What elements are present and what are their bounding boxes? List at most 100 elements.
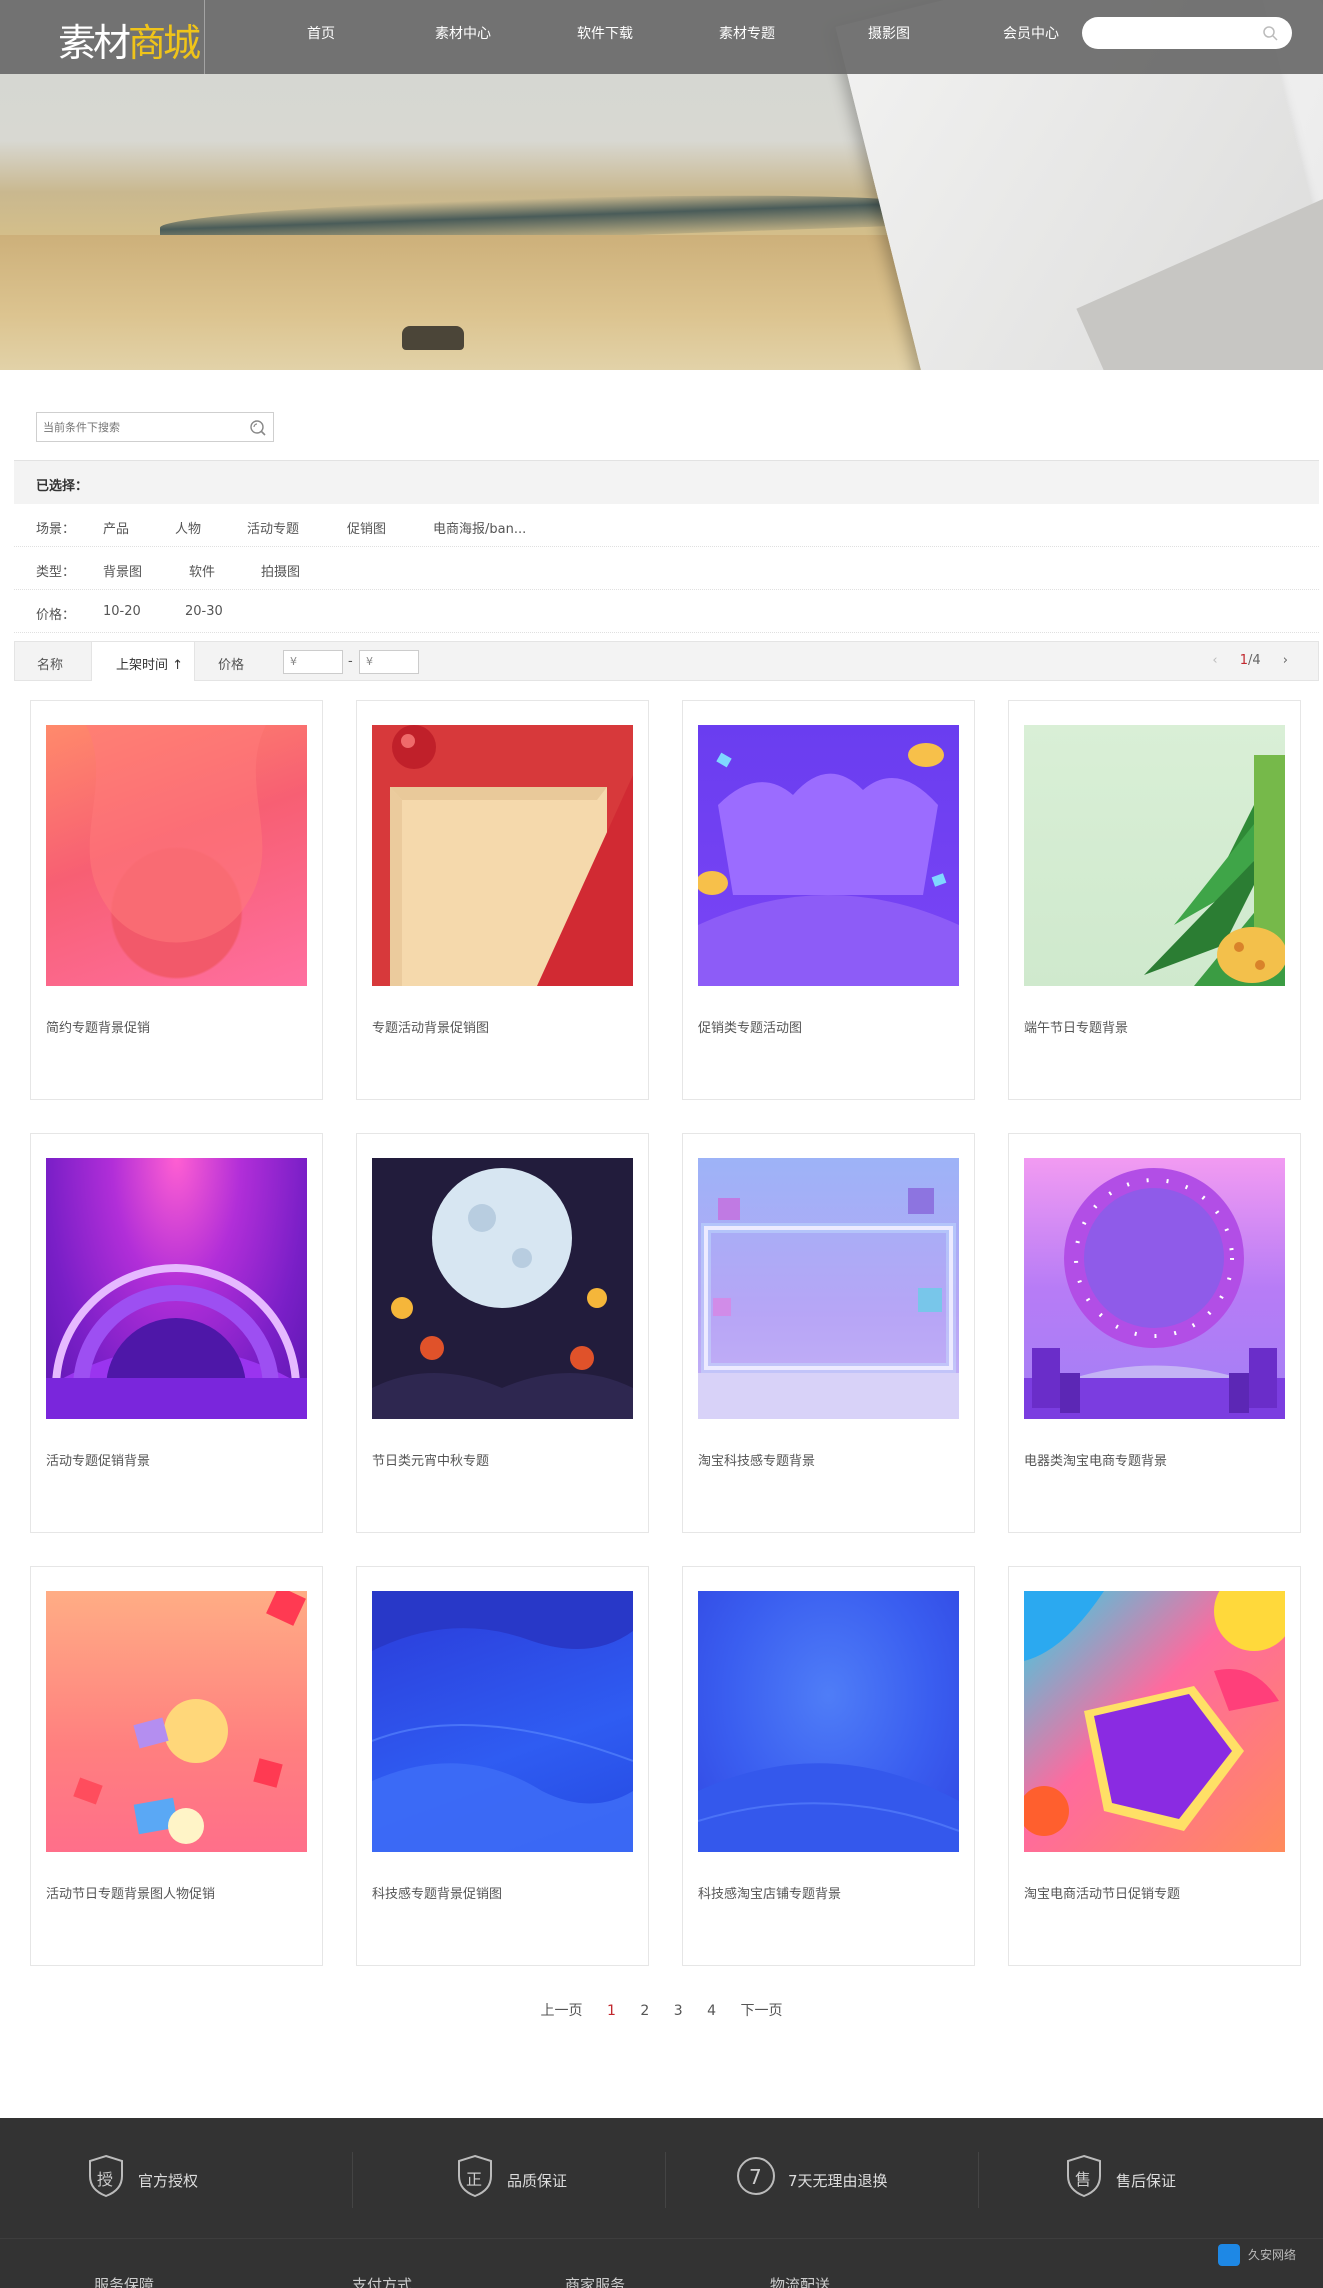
product-card[interactable]: 科技感专题背景促销图 (356, 1566, 649, 1966)
search-icon[interactable] (1262, 25, 1278, 41)
guarantee-text: 品质保证 (507, 2172, 568, 2190)
footer-link-payment[interactable]: 支付方式 (352, 2274, 412, 2288)
product-card[interactable]: 电器类淘宝电商专题背景 (1008, 1133, 1301, 1533)
mini-pager-total: /4 (1248, 653, 1261, 668)
mini-pager-prev[interactable]: ‹ (1212, 653, 1217, 668)
price-separator: - (348, 654, 353, 669)
seven-days-icon-label: 7 (749, 2165, 762, 2189)
filter-option[interactable]: 人物 (175, 518, 201, 537)
sort-by-time[interactable]: 上架时间 ↑ (91, 642, 195, 681)
price-min-input[interactable]: ¥ (283, 650, 343, 674)
product-image[interactable] (1024, 1591, 1285, 1852)
product-title[interactable]: 节日类元宵中秋专题 (372, 1450, 489, 1469)
product-image[interactable] (372, 725, 633, 986)
filter-option[interactable]: 促销图 (347, 518, 386, 537)
sort-by-name[interactable]: 名称 (37, 654, 63, 673)
logo-text-1: 素材 (58, 21, 131, 65)
selected-label: 已选择： (36, 479, 89, 494)
sort-by-price[interactable]: 价格 (218, 654, 244, 673)
product-image[interactable] (46, 1158, 307, 1419)
filter-option[interactable]: 产品 (103, 518, 129, 537)
product-card[interactable]: 淘宝电商活动节日促销专题 (1008, 1566, 1301, 1966)
filter-option[interactable]: 拍摄图 (261, 561, 300, 580)
filter-option[interactable]: 软件 (189, 561, 215, 580)
filter-search-input[interactable] (37, 413, 237, 441)
mini-pager-next[interactable]: › (1283, 653, 1288, 668)
filter-search-box (36, 412, 274, 442)
pagination-page[interactable]: 3 (674, 2003, 683, 2019)
product-title[interactable]: 专题活动背景促销图 (372, 1017, 489, 1036)
nav-item-home[interactable]: 首页 (250, 0, 392, 74)
filter-row-type: 类型： 背景图 软件 拍摄图 (14, 547, 1319, 590)
product-title[interactable]: 促销类专题活动图 (698, 1017, 802, 1036)
product-image[interactable] (46, 1591, 307, 1852)
product-title[interactable]: 科技感专题背景促销图 (372, 1883, 502, 1902)
footer-link-merchant[interactable]: 商家服务 (565, 2274, 625, 2288)
pagination-page[interactable]: 2 (640, 2003, 649, 2019)
filter-option[interactable]: 电商海报/ban... (433, 518, 526, 537)
product-card[interactable]: 活动节日专题背景图人物促销 (30, 1566, 323, 1966)
filter-option[interactable]: 背景图 (103, 561, 142, 580)
product-title[interactable]: 端午节日专题背景 (1024, 1017, 1128, 1036)
product-image[interactable] (46, 725, 307, 986)
pagination: 上一页 1 2 3 4 下一页 (0, 2000, 1323, 2020)
mini-pager-current: 1 (1239, 653, 1248, 668)
cow-image (402, 326, 464, 350)
product-title[interactable]: 电器类淘宝电商专题背景 (1024, 1450, 1167, 1469)
watermark: 久安网络 (1218, 2240, 1318, 2276)
guarantee-text: 7天无理由退换 (788, 2172, 888, 2190)
filter-row-scene: 场景： 产品 人物 活动专题 促销图 电商海报/ban... (14, 504, 1319, 547)
product-title[interactable]: 淘宝电商活动节日促销专题 (1024, 1883, 1180, 1902)
sort-bar: 名称 上架时间 ↑ 价格 ¥ - ¥ ‹ 1/4 › (14, 641, 1319, 681)
filter-option[interactable]: 活动专题 (247, 518, 299, 537)
page: 素材商城 首页 素材中心 软件下载 素材专题 摄影图 会员中心 已选择： 场景：… (0, 0, 1323, 2288)
pagination-page[interactable]: 4 (707, 2003, 716, 2019)
footer: 授 官方授权 正 品质保证 7 7天无理由退换 售 售后保证 服务保障 支付方式… (0, 2118, 1323, 2288)
product-title[interactable]: 科技感淘宝店铺专题背景 (698, 1883, 841, 1902)
product-image[interactable] (372, 1591, 633, 1852)
product-title[interactable]: 活动专题促销背景 (46, 1450, 150, 1469)
product-card[interactable]: 科技感淘宝店铺专题背景 (682, 1566, 975, 1966)
product-card[interactable]: 专题活动背景促销图 (356, 700, 649, 1100)
product-card[interactable]: 节日类元宵中秋专题 (356, 1133, 649, 1533)
product-title[interactable]: 淘宝科技感专题背景 (698, 1450, 815, 1469)
shield-icon-label: 正 (466, 2170, 483, 2189)
search-icon[interactable] (249, 419, 267, 437)
nav-item-photos[interactable]: 摄影图 (818, 0, 960, 74)
product-card[interactable]: 活动专题促销背景 (30, 1133, 323, 1533)
product-image[interactable] (698, 1591, 959, 1852)
product-card[interactable]: 端午节日专题背景 (1008, 700, 1301, 1100)
price-max-input[interactable]: ¥ (359, 650, 419, 674)
product-image[interactable] (698, 725, 959, 986)
filter-option[interactable]: 20-30 (185, 604, 223, 619)
selected-filters-bar: 已选择： (14, 460, 1319, 504)
shield-icon-label: 售 (1075, 2170, 1092, 2189)
product-title[interactable]: 活动节日专题背景图人物促销 (46, 1883, 215, 1902)
pagination-prev[interactable]: 上一页 (541, 2000, 583, 2020)
pagination-page[interactable]: 1 (607, 2003, 616, 2019)
nav-item-materials[interactable]: 素材中心 (392, 0, 534, 74)
mini-pager: ‹ 1/4 › (1212, 653, 1288, 668)
product-card[interactable]: 促销类专题活动图 (682, 700, 975, 1100)
filter-option[interactable]: 10-20 (103, 604, 141, 619)
header-search-input[interactable] (1082, 17, 1292, 49)
filter-label: 场景： (36, 522, 76, 537)
nav-item-software[interactable]: 软件下载 (534, 0, 676, 74)
product-image[interactable] (698, 1158, 959, 1419)
footer-link-service[interactable]: 服务保障 (94, 2274, 154, 2288)
nav-item-member[interactable]: 会员中心 (960, 0, 1102, 74)
top-navigation-bar: 素材商城 首页 素材中心 软件下载 素材专题 摄影图 会员中心 (0, 0, 1323, 74)
footer-link-logistics[interactable]: 物流配送 (770, 2274, 830, 2288)
guarantee-text: 售后保证 (1116, 2172, 1177, 2190)
watermark-text: 久安网络 (1248, 2248, 1297, 2262)
product-image[interactable] (1024, 1158, 1285, 1419)
site-logo[interactable]: 素材商城 (58, 12, 201, 67)
nav-item-topics[interactable]: 素材专题 (676, 0, 818, 74)
pagination-next[interactable]: 下一页 (740, 2000, 782, 2020)
product-card[interactable]: 淘宝科技感专题背景 (682, 1133, 975, 1533)
product-card[interactable]: 简约专题背景促销 (30, 700, 323, 1100)
product-image[interactable] (372, 1158, 633, 1419)
product-image[interactable] (1024, 725, 1285, 986)
product-title[interactable]: 简约专题背景促销 (46, 1017, 150, 1036)
logo-divider (204, 0, 205, 74)
